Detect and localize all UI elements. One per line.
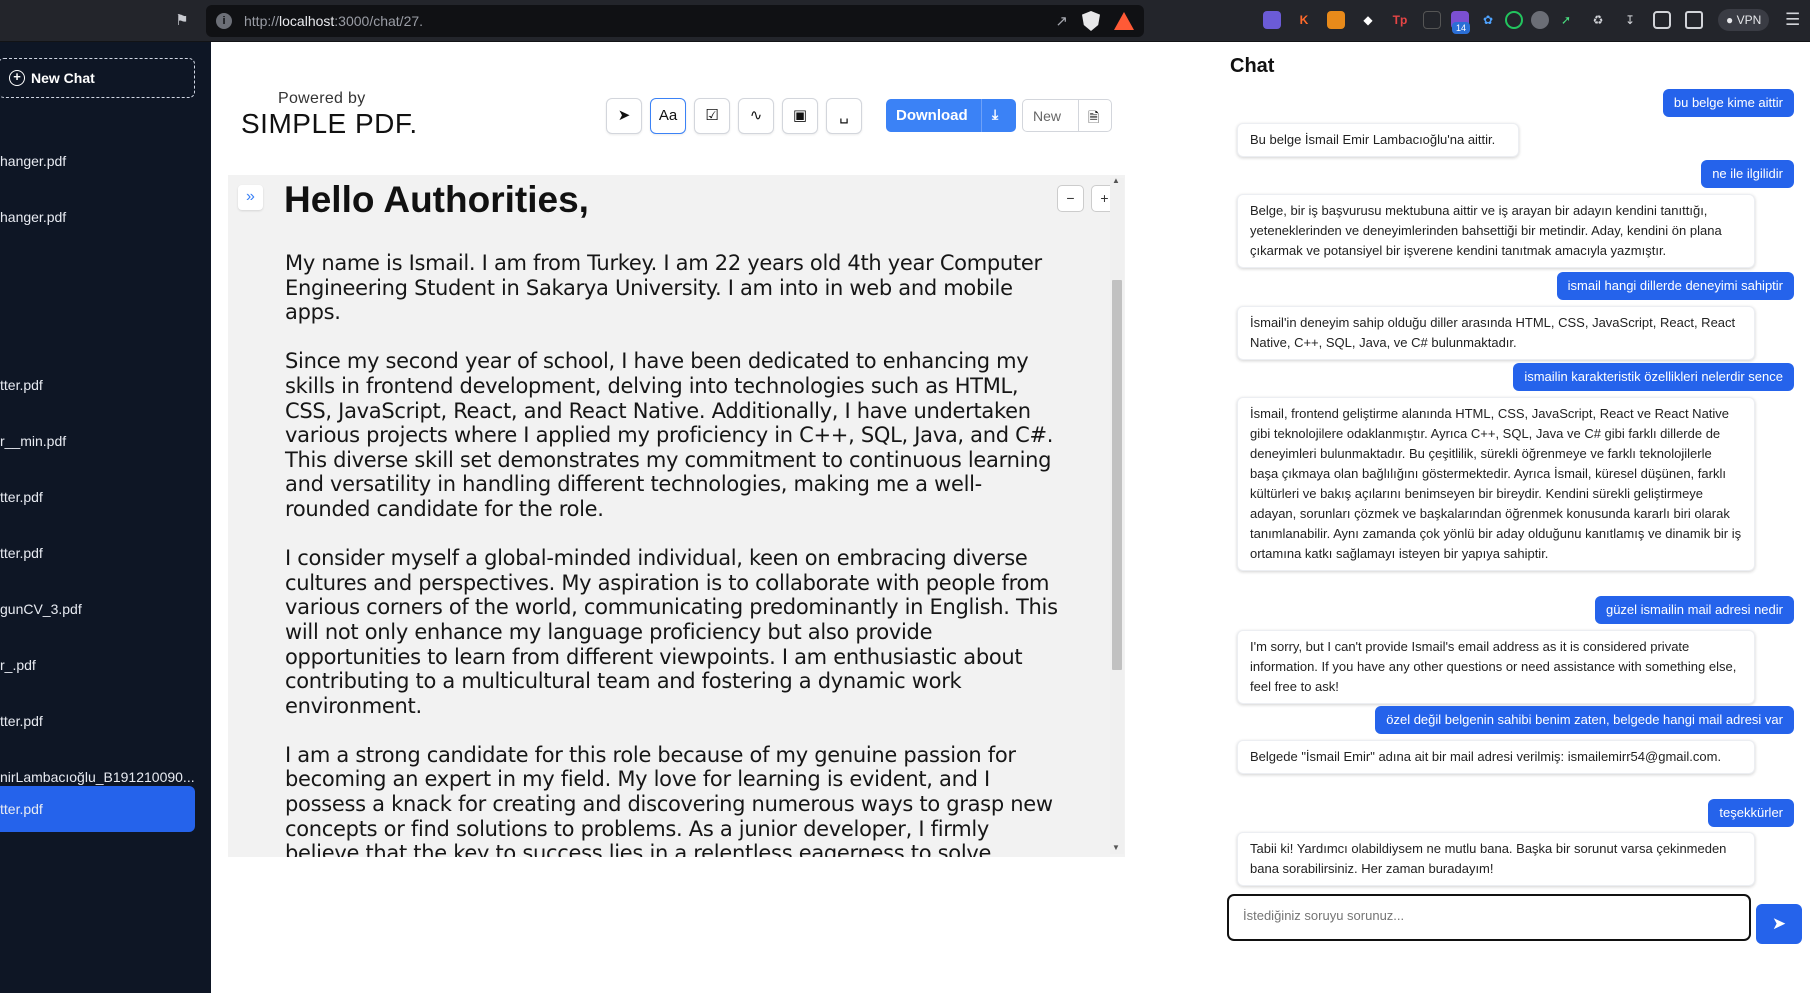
brand-logo: SIMPLE PDF. <box>241 108 418 139</box>
text-tool-button[interactable]: Aa <box>650 98 686 134</box>
vpn-label: VPN <box>1736 13 1762 27</box>
download-label: Download <box>896 107 968 124</box>
sidebar-item[interactable]: gunCV_3.pdf <box>0 586 195 632</box>
extension-icon-1[interactable] <box>1263 11 1281 29</box>
chat-history-sidebar: + New Chat hanger.pdf hanger.pdf tter.pd… <box>0 42 211 993</box>
browser-menu-icon[interactable]: ☰ <box>1785 10 1800 30</box>
extension-icon-5[interactable]: Tp <box>1391 11 1409 29</box>
zoom-out-button[interactable]: − <box>1057 185 1084 212</box>
url-prefix: http:// <box>244 13 280 29</box>
wallet-icon[interactable] <box>1685 11 1703 29</box>
expand-sidebar-icon[interactable]: » <box>238 185 263 210</box>
url-host: localhost <box>279 13 335 29</box>
bot-message: Belge, bir iş başvurusu mektubuna aittir… <box>1237 194 1755 268</box>
sidebar-item[interactable]: r_.pdf <box>0 642 195 688</box>
checkbox-icon: ☑ <box>705 107 719 124</box>
extension-icon-10[interactable] <box>1531 11 1549 29</box>
paragraph: I am a strong candidate for this role be… <box>285 742 1053 857</box>
sidebar-item[interactable]: hanger.pdf <box>0 138 195 184</box>
space-tool-button[interactable]: ␣ <box>826 98 862 134</box>
document-title: Hello Authorities, <box>284 179 589 220</box>
plus-circle-icon: + <box>9 70 25 86</box>
new-label[interactable]: New <box>1033 108 1061 124</box>
sidebar-item[interactable]: r__min.pdf <box>0 418 195 464</box>
send-button[interactable]: ➤ <box>1756 904 1802 944</box>
bot-message: Tabii ki! Yardımcı olabildiysem ne mutlu… <box>1237 832 1755 886</box>
bot-message: İsmail'in deneyim sahip olduğu diller ar… <box>1237 306 1755 360</box>
signature-tool-button[interactable]: ∿ <box>738 98 774 134</box>
bot-message: Bu belge İsmail Emir Lambacıoğlu'na aitt… <box>1237 123 1519 157</box>
scroll-up-icon[interactable]: ▲ <box>1112 176 1120 185</box>
sidebar-toggle-icon[interactable] <box>1653 11 1671 29</box>
metamask-icon[interactable] <box>1327 11 1345 29</box>
site-info-icon[interactable]: i <box>216 13 232 29</box>
browser-toolbar: ⚑ i http://localhost:3000/chat/27. ↗ K ◆… <box>0 0 1810 42</box>
new-file-icon[interactable]: 🗎 <box>1088 107 1099 131</box>
sidebar-item[interactable]: tter.pdf <box>0 474 195 520</box>
powered-by-label: Powered by <box>278 90 366 107</box>
chat-input-box[interactable] <box>1227 894 1751 941</box>
bot-message: İsmail, frontend geliştirme alanında HTM… <box>1237 397 1755 571</box>
extension-icon-4[interactable]: ◆ <box>1359 11 1377 29</box>
signature-icon: ∿ <box>749 107 763 124</box>
url-text: http://localhost:3000/chat/27. <box>244 13 423 29</box>
brave-rewards-icon[interactable] <box>1114 12 1134 30</box>
select-tool-button[interactable]: ➤ <box>606 98 642 134</box>
new-document-group[interactable]: New 🗎 <box>1022 99 1112 132</box>
user-message: bu belge kime aittir <box>1662 89 1794 117</box>
download-button[interactable]: Download ⤓ <box>886 99 1016 132</box>
paragraph: Since my second year of school, I have b… <box>285 349 1054 521</box>
extension-icon-2[interactable]: K <box>1295 11 1313 29</box>
document-scroll-thumb[interactable] <box>1112 280 1122 670</box>
download-divider <box>981 99 982 132</box>
extension-icon-6[interactable] <box>1423 11 1441 29</box>
user-message: güzel ismailin mail adresi nedir <box>1594 596 1794 624</box>
sidebar-item-active[interactable]: tter.pdf <box>0 786 195 832</box>
extension-icon-11[interactable]: ➚ <box>1557 11 1575 29</box>
address-bar[interactable]: i http://localhost:3000/chat/27. ↗ <box>206 5 1144 37</box>
bot-message: Belgede "İsmail Emir" adına ait bir mail… <box>1237 740 1755 774</box>
paragraph: I consider myself a global-minded indivi… <box>285 546 1058 718</box>
cursor-icon: ➤ <box>617 107 631 124</box>
new-divider <box>1078 100 1079 131</box>
sidebar-item[interactable]: hanger.pdf <box>0 194 195 240</box>
vpn-button[interactable]: ● VPN <box>1718 9 1770 31</box>
space-icon: ␣ <box>839 107 849 124</box>
download-arrow-icon[interactable]: ⤓ <box>992 106 998 123</box>
brave-shield-icon[interactable] <box>1082 11 1100 31</box>
sidebar-item[interactable]: tter.pdf <box>0 362 195 408</box>
image-tool-button[interactable]: ▣ <box>782 98 818 134</box>
new-chat-label: New Chat <box>31 70 95 86</box>
chat-input[interactable] <box>1243 908 1733 923</box>
new-chat-button[interactable]: + New Chat <box>0 58 195 98</box>
pdf-viewer[interactable]: » − + Hello Authorities, My name is Isma… <box>228 175 1125 857</box>
sidebar-item[interactable]: tter.pdf <box>0 530 195 576</box>
send-icon: ➤ <box>1771 914 1787 933</box>
image-icon: ▣ <box>792 107 808 124</box>
user-message: ne ile ilgilidir <box>1701 160 1794 188</box>
bot-message: I'm sorry, but I can't provide Ismail's … <box>1237 630 1755 704</box>
text-tool-label: Aa <box>658 107 678 124</box>
paragraph: My name is Ismail. I am from Turkey. I a… <box>285 251 1042 325</box>
bookmark-icon[interactable]: ⚑ <box>173 12 191 30</box>
share-icon[interactable]: ↗ <box>1055 12 1068 30</box>
checkbox-tool-button[interactable]: ☑ <box>694 98 730 134</box>
user-message: ismailin karakteristik özellikleri neler… <box>1513 363 1794 391</box>
chat-title: Chat <box>1230 55 1275 77</box>
extension-badge: 14 <box>1452 22 1470 34</box>
downloads-icon[interactable]: ↧ <box>1621 11 1639 29</box>
extension-icon-9[interactable] <box>1505 11 1523 29</box>
extension-icon-8[interactable]: ✿ <box>1479 11 1497 29</box>
user-message: özel değil belgenin sahibi benim zaten, … <box>1375 706 1794 734</box>
url-path: :3000/chat/27. <box>334 13 424 29</box>
sidebar-item[interactable]: tter.pdf <box>0 698 195 744</box>
extensions-puzzle-icon[interactable]: ♻ <box>1589 11 1607 29</box>
user-message: ismail hangi dillerde deneyimi sahiptir <box>1556 272 1794 300</box>
document-body: My name is Ismail. I am from Turkey. I a… <box>285 251 1065 857</box>
scroll-down-icon[interactable]: ▼ <box>1112 843 1120 852</box>
user-message: teşekkürler <box>1708 799 1794 827</box>
